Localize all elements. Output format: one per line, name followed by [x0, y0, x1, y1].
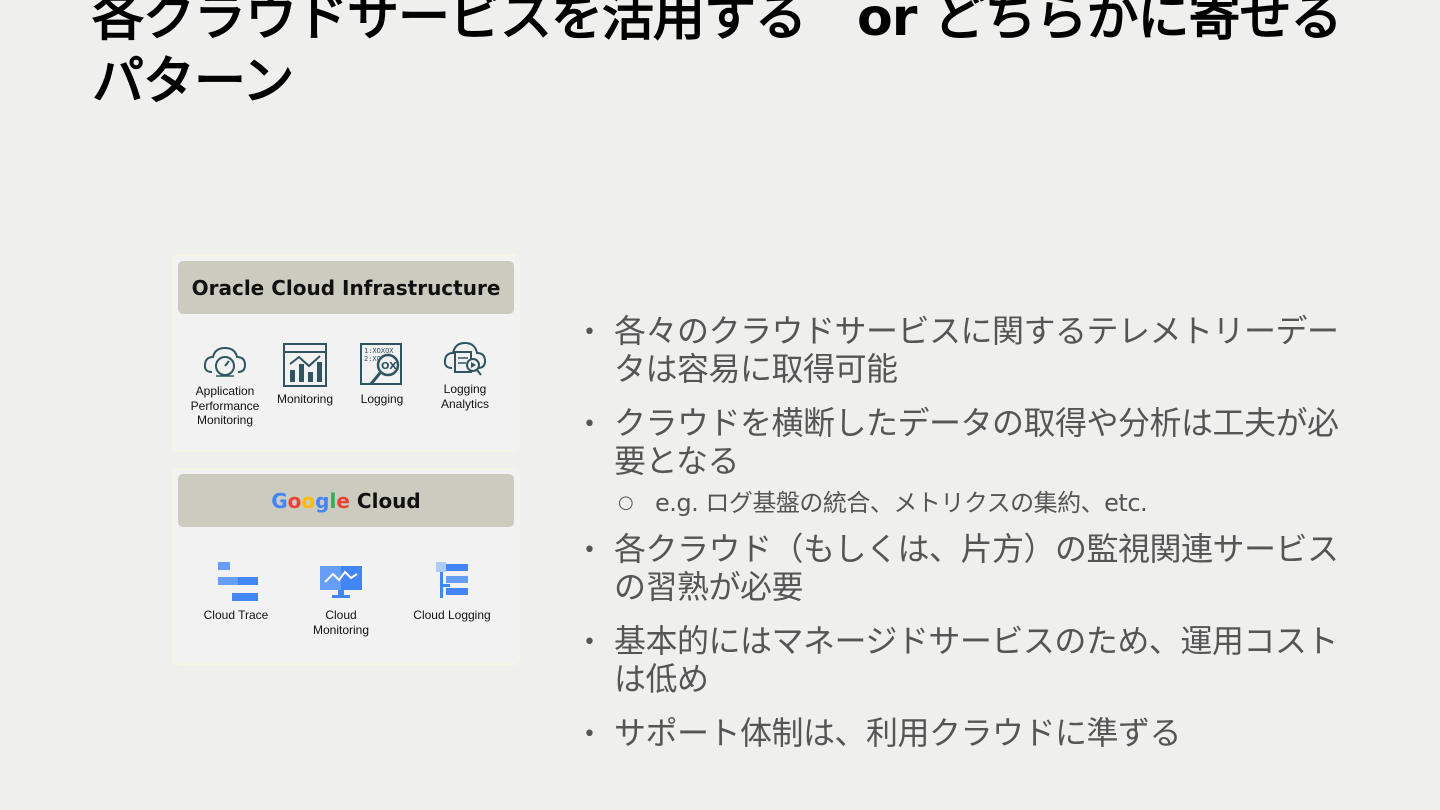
monitoring-chart-icon: [283, 343, 327, 387]
gcp-service-cloud-trace: Cloud Trace: [191, 560, 281, 623]
cloud-trace-icon: [218, 562, 258, 601]
bullet-item: 各々のクラウドサービスに関するテレメトリーデータは容易に取得可能: [583, 312, 1363, 388]
gcp-panel: Google Cloud Cloud Trace Cloud Monitorin…: [172, 468, 520, 665]
oci-panel: Oracle Cloud Infrastructure Application …: [172, 254, 520, 452]
google-logo-letter: o: [301, 488, 316, 513]
oci-panel-header: Oracle Cloud Infrastructure: [178, 261, 514, 314]
gcp-service-cloud-trace-label: Cloud Trace: [203, 608, 269, 622]
gcp-service-cloud-logging: Cloud Logging: [407, 560, 497, 623]
cloud-logging-icon: [436, 562, 468, 598]
oci-service-logging-analytics: Logging Analytics: [420, 338, 510, 411]
apm-cloud-gauge-icon: [203, 346, 247, 377]
oci-service-logging-analytics-label: Logging Analytics: [440, 382, 490, 411]
slide-title-line-2: パターン: [92, 52, 294, 112]
sub-bullet-item: e.g. ログ基盤の統合、メトリクスの集約、etc.: [583, 488, 1363, 518]
gcp-panel-header: Google Cloud: [178, 474, 514, 527]
logging-magnifier-icon: 1:XOXOX 2:XO OX: [360, 343, 402, 385]
gcp-header-cloud-label: Cloud: [356, 488, 421, 513]
logging-analytics-icon: [443, 341, 487, 376]
bullet-item: 基本的にはマネージドサービスのため、運用コストは低め: [583, 622, 1363, 698]
bullet-item: 各クラウド（もしくは、片方）の監視関連サービスの習熟が必要: [583, 530, 1363, 606]
svg-text:1:XOXOX: 1:XOXOX: [364, 347, 394, 355]
cloud-monitoring-icon: [320, 566, 362, 598]
oci-service-apm-label: Application Performance Monitoring: [190, 384, 260, 427]
bullet-item: クラウドを横断したデータの取得や分析は工夫が必要となる: [583, 404, 1363, 480]
google-logo-letter: G: [271, 488, 288, 513]
slide-title-line-1: 各クラウドサービスを活用する or どちらかに寄せる: [92, 0, 1342, 48]
bullet-list: 各々のクラウドサービスに関するテレメトリーデータは容易に取得可能 クラウドを横断…: [583, 312, 1363, 768]
slide-title: 各クラウドサービスを活用する or どちらかに寄せる パターン: [92, 0, 1392, 114]
google-logo: Google: [271, 489, 350, 513]
oci-service-monitoring-label: Monitoring: [276, 392, 334, 406]
oci-service-logging-label: Logging: [360, 392, 404, 406]
google-logo-letter: e: [336, 488, 350, 513]
gcp-service-cloud-logging-label: Cloud Logging: [413, 608, 491, 622]
oci-service-apm: Application Performance Monitoring: [180, 342, 270, 428]
gcp-service-cloud-monitoring-label: Cloud Monitoring: [312, 608, 370, 637]
google-logo-letter: o: [287, 488, 302, 513]
svg-text:OX: OX: [381, 361, 397, 372]
google-logo-letter: g: [315, 488, 330, 513]
oci-service-logging: 1:XOXOX 2:XO OX Logging: [337, 342, 427, 407]
bullet-item: サポート体制は、利用クラウドに準ずる: [583, 714, 1363, 754]
gcp-service-cloud-monitoring: Cloud Monitoring: [296, 560, 386, 637]
